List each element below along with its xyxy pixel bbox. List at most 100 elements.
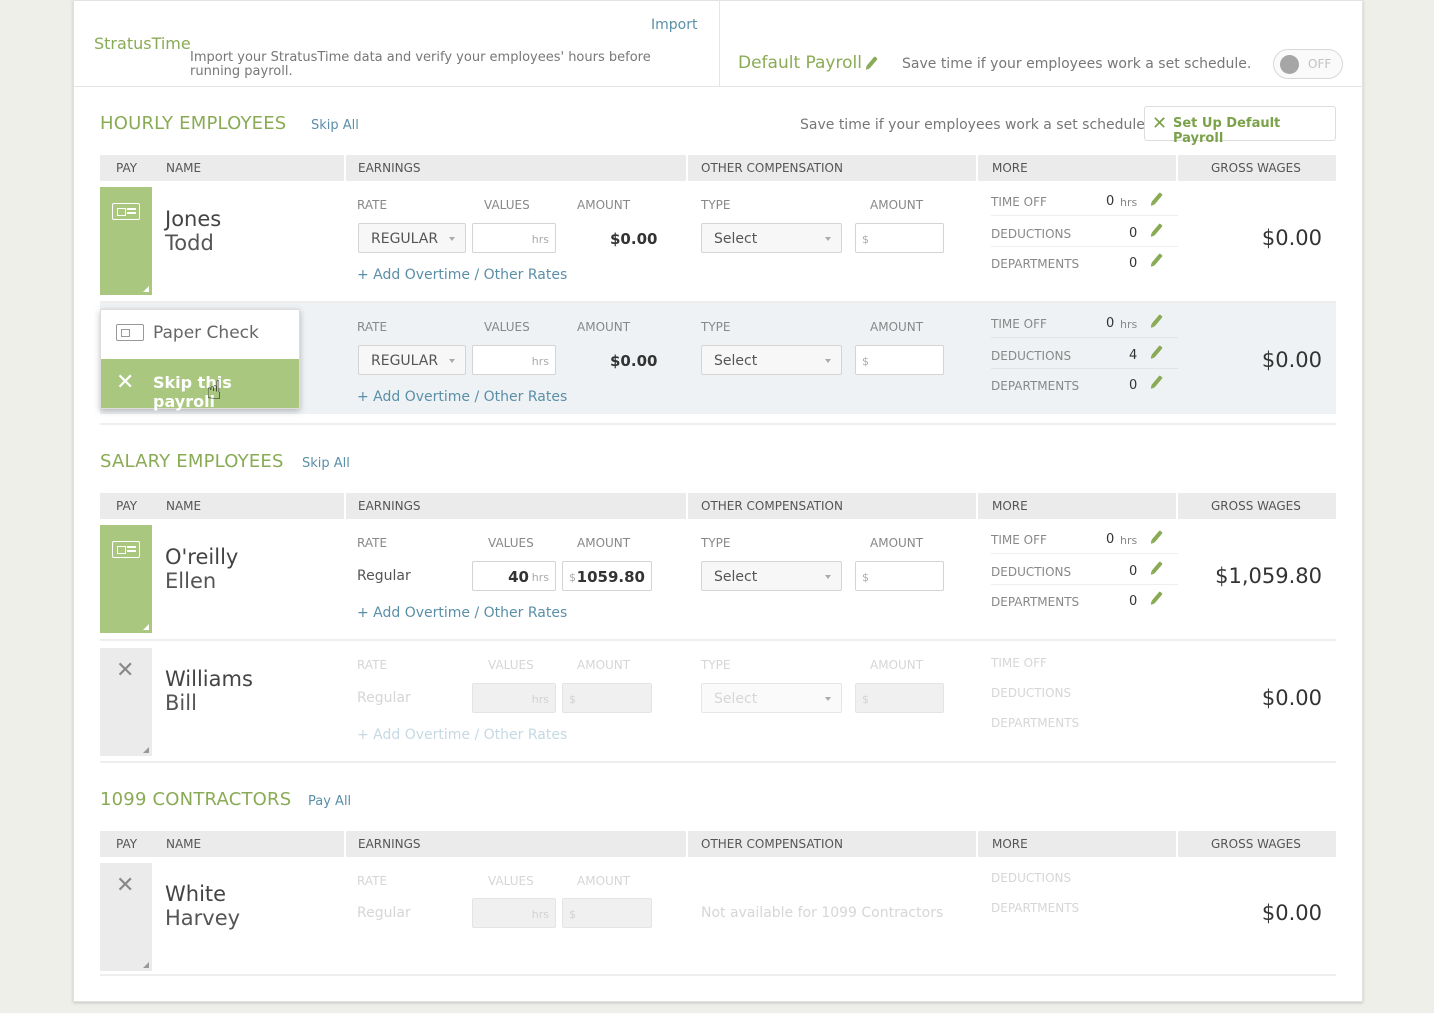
dollar-prefix: $ [569, 693, 576, 706]
stratustime-description-line1: Import your StratusTime data and verify … [190, 50, 651, 65]
add-overtime-link[interactable]: + Add Overtime / Other Rates [357, 389, 567, 405]
dollar-prefix: $ [569, 908, 576, 921]
pencil-icon[interactable] [1151, 591, 1163, 604]
col-sep [686, 155, 688, 181]
col-pay: PAY [116, 161, 138, 175]
hours-input[interactable]: hrs [472, 345, 556, 375]
employee-first-name: Todd [165, 231, 214, 255]
comp-type-select[interactable]: Select [701, 345, 842, 375]
hand-cursor-icon: ☝ [206, 376, 222, 406]
values-label: VALUES [488, 658, 534, 672]
col-earnings: EARNINGS [358, 837, 421, 851]
amount-label: AMOUNT [577, 198, 631, 212]
corner-indicator [143, 747, 149, 753]
hours-input[interactable]: hrs [472, 223, 556, 253]
amount-input: $ [562, 683, 652, 713]
employee-last-name: O'reilly [165, 545, 239, 569]
rate-label: RATE [357, 198, 388, 212]
col-more: MORE [992, 837, 1028, 851]
pencil-icon[interactable] [1151, 561, 1163, 574]
row-divider [991, 337, 1178, 338]
pay-method-toggle[interactable]: ✕ [100, 648, 152, 756]
pencil-icon[interactable] [1151, 223, 1163, 236]
col-name: NAME [166, 499, 202, 513]
add-overtime-link[interactable]: + Add Overtime / Other Rates [357, 605, 567, 621]
comp-amount-input[interactable]: $ [855, 561, 944, 591]
col-sep [976, 155, 978, 181]
gross-wages: $0.00 [1261, 686, 1322, 710]
values-label: VALUES [484, 198, 530, 212]
rate-select[interactable]: REGULAR [358, 223, 466, 253]
amount-value: 1059.80 [576, 568, 645, 586]
earnings-amount: $0.00 [610, 230, 658, 248]
col-sep [976, 831, 978, 857]
row-divider [991, 584, 1178, 585]
close-icon: ✕ [116, 873, 135, 898]
salary-skip-all-link[interactable]: Skip All [302, 456, 350, 471]
pencil-icon[interactable] [1151, 192, 1163, 205]
corner-indicator [143, 624, 149, 630]
pencil-icon[interactable] [866, 56, 878, 69]
col-sep [686, 831, 688, 857]
section-separator [100, 761, 1336, 763]
comp-type-select[interactable]: Select [701, 561, 842, 591]
departments-label: DEPARTMENTS [991, 716, 1080, 730]
hours-input[interactable]: 40 hrs [472, 561, 556, 591]
import-link[interactable]: Import [651, 17, 697, 33]
gross-wages: $0.00 [1261, 901, 1322, 925]
pencil-icon[interactable] [1151, 530, 1163, 543]
time-off-value: 0 [1106, 316, 1115, 331]
hourly-skip-all-link[interactable]: Skip All [311, 118, 359, 133]
default-payroll-toggle[interactable]: OFF [1273, 49, 1343, 79]
skip-payroll-option[interactable]: ✕ Skip this payroll [101, 359, 299, 411]
rate-select[interactable]: REGULAR [358, 345, 466, 375]
dollar-prefix: $ [862, 571, 869, 584]
col-sep [344, 831, 346, 857]
deductions-label: DEDUCTIONS [991, 349, 1072, 363]
contractor-last-name: White [165, 882, 227, 906]
comp-type-select[interactable]: Select [701, 223, 842, 253]
pay-method-toggle[interactable] [100, 187, 152, 295]
hours-unit: hrs [531, 571, 549, 584]
departments-label: DEPARTMENTS [991, 595, 1080, 609]
payroll-card: StratusTime Import Import your StratusTi… [73, 0, 1364, 1002]
default-payroll-description: Save time if your employees work a set s… [902, 56, 1252, 72]
comp-amount-label: AMOUNT [870, 536, 924, 550]
departments-label: DEPARTMENTS [991, 379, 1080, 393]
col-sep [1176, 155, 1178, 181]
row-divider [991, 246, 1178, 247]
earnings-amount: $0.00 [610, 352, 658, 370]
paper-check-option[interactable]: Paper Check [101, 310, 299, 359]
rate-label: RATE [357, 320, 388, 334]
amount-input[interactable]: $ 1059.80 [562, 561, 652, 591]
gross-wages: $0.00 [1261, 226, 1322, 250]
add-overtime-link[interactable]: + Add Overtime / Other Rates [357, 267, 567, 283]
comp-amount-label: AMOUNT [870, 658, 924, 672]
row-divider [991, 368, 1178, 369]
row-separator [100, 639, 1336, 641]
col-earnings: EARNINGS [358, 161, 421, 175]
col-sep [686, 493, 688, 519]
pencil-icon[interactable] [1151, 253, 1163, 266]
rate-value: Regular [357, 568, 411, 584]
comp-amount-input[interactable]: $ [855, 223, 944, 253]
set-up-default-payroll-button[interactable]: ✕ Set Up Default Payroll [1144, 106, 1336, 146]
contractors-pay-all-link[interactable]: Pay All [308, 794, 351, 809]
dollar-prefix: $ [862, 355, 869, 368]
hours-unit: hrs [531, 355, 549, 368]
deductions-value: 0 [1129, 564, 1138, 579]
col-gross: GROSS WAGES [1211, 837, 1301, 851]
type-label: TYPE [701, 536, 731, 550]
dollar-prefix: $ [862, 693, 869, 706]
col-earnings: EARNINGS [358, 499, 421, 513]
hours-unit: hrs [531, 233, 549, 246]
time-off-value: 0 [1106, 532, 1115, 547]
departments-label: DEPARTMENTS [991, 901, 1080, 915]
rate-value: Regular [357, 690, 411, 706]
pay-method-toggle[interactable] [100, 525, 152, 633]
comp-amount-input[interactable]: $ [855, 345, 944, 375]
salary-table-header: PAY NAME EARNINGS OTHER COMPENSATION MOR… [100, 493, 1336, 519]
top-bar: StratusTime Import Import your StratusTi… [74, 1, 1364, 87]
col-other-comp: OTHER COMPENSATION [701, 161, 843, 175]
pay-method-toggle[interactable]: ✕ [100, 863, 152, 971]
